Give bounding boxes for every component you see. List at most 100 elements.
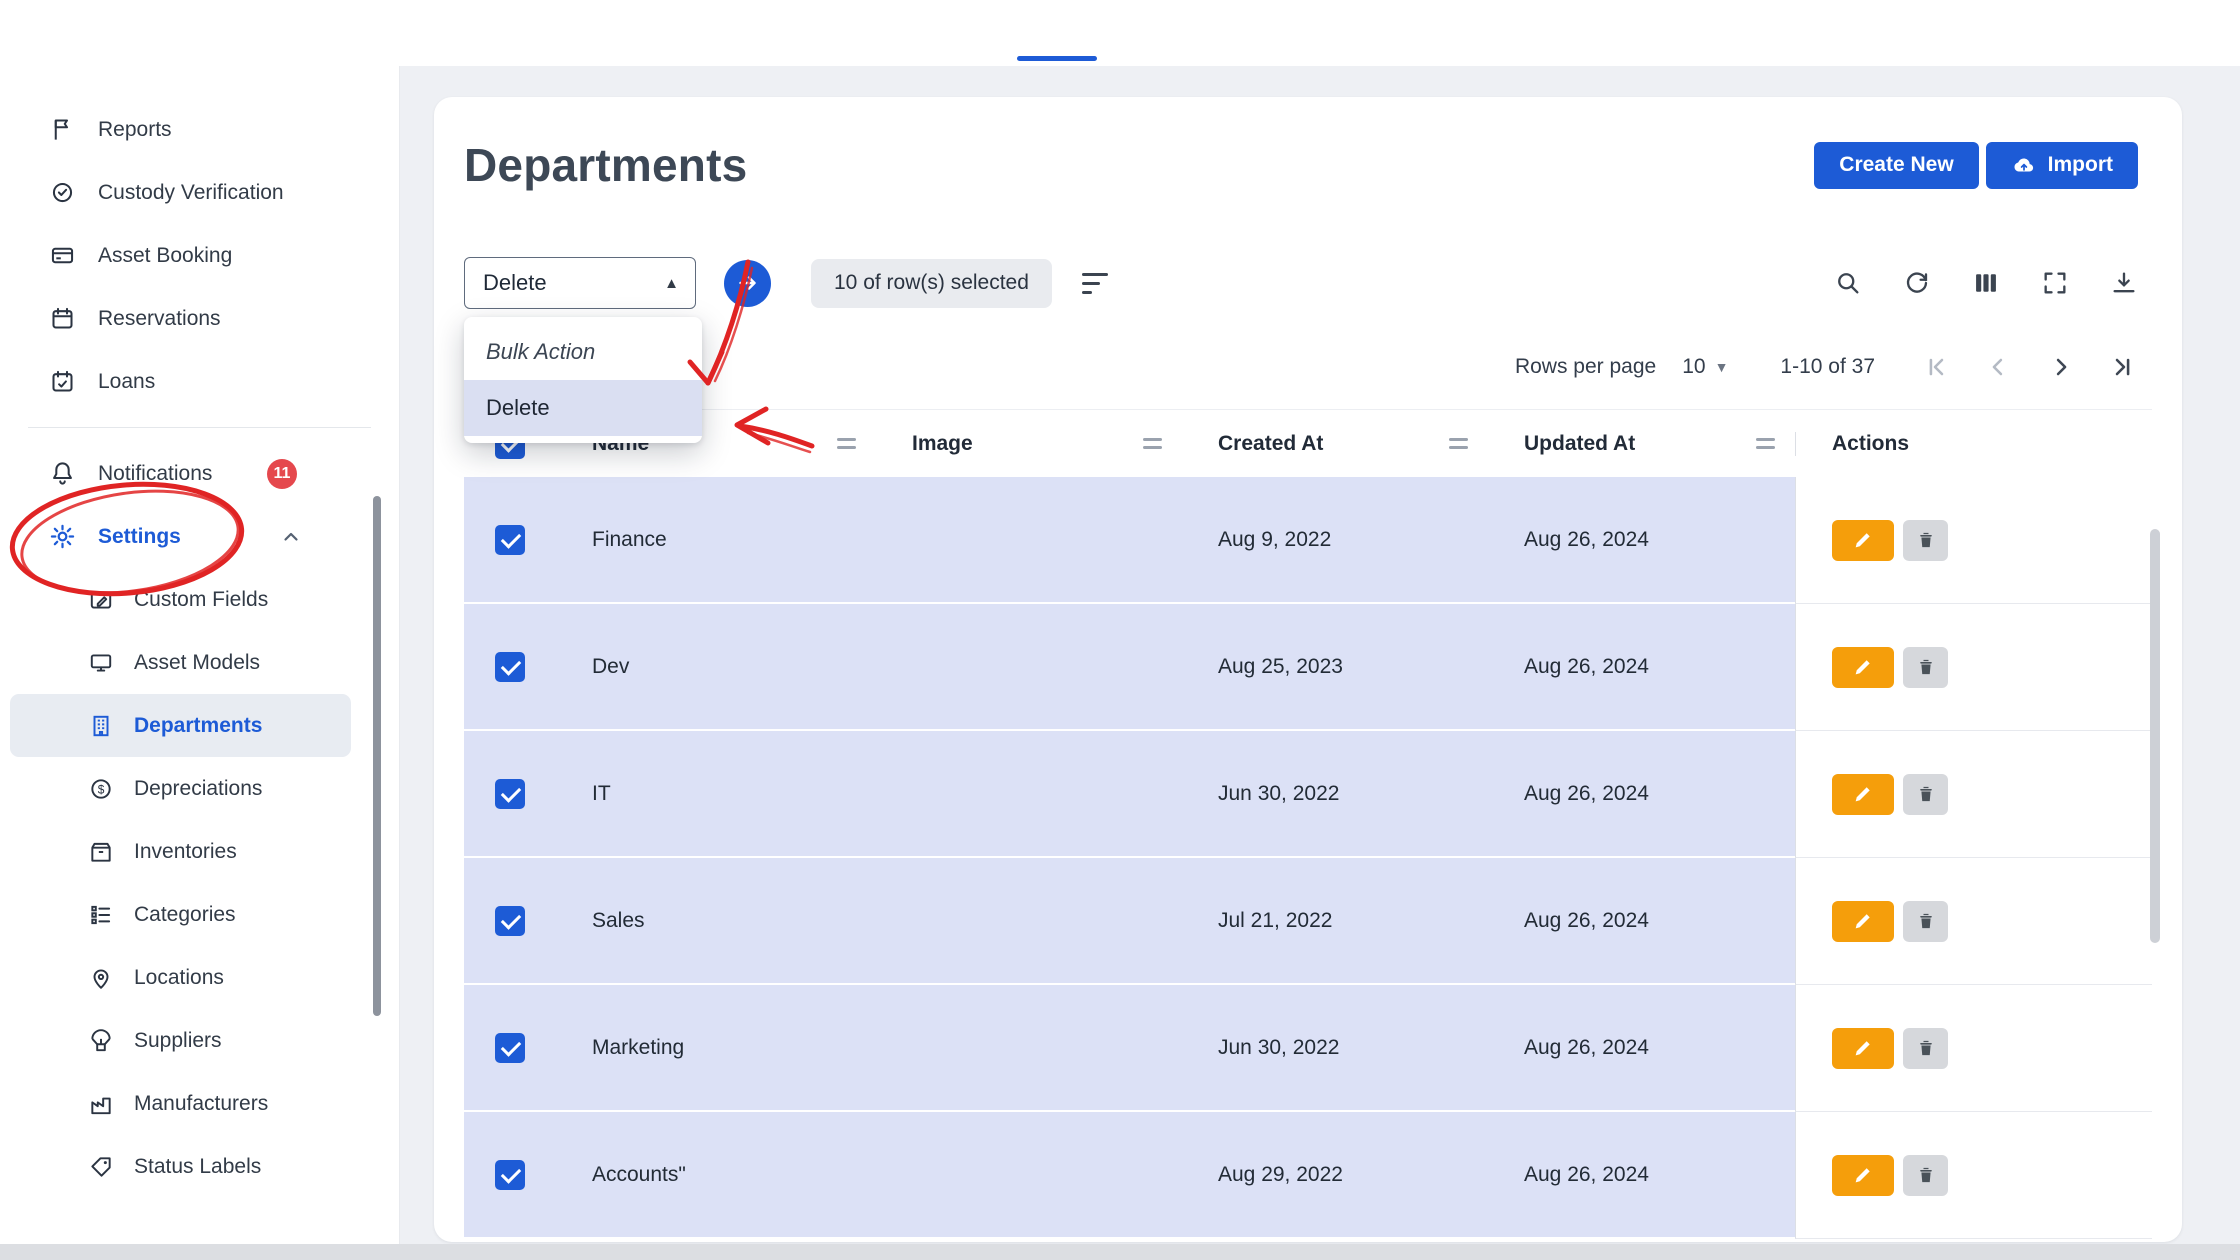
sidebar-item-loans[interactable]: Loans [0,350,399,413]
bulk-action-select[interactable]: Delete ▲ [464,257,696,309]
row-checkbox[interactable] [495,905,525,936]
column-drag-handle[interactable] [1756,438,1775,449]
sidebar-item-asset-booking[interactable]: Asset Booking [0,224,399,287]
sidebar-item-locations[interactable]: Locations [10,946,351,1009]
columns-icon[interactable] [1972,269,2000,297]
sidebar-scrollbar[interactable] [373,496,381,1016]
table-row: Finance Aug 9, 2022 Aug 26, 2024 [464,477,2152,604]
edit-button[interactable] [1832,773,1894,815]
delete-button[interactable] [1903,1027,1948,1069]
edit-button[interactable] [1832,1154,1894,1196]
delete-button[interactable] [1903,773,1948,815]
sidebar-item-reports[interactable]: Reports [0,98,399,161]
sidebar-item-status-labels[interactable]: Status Labels [10,1135,351,1198]
sidebar-item-categories[interactable]: Categories [10,883,351,946]
sidebar-item-label: Custom Fields [134,587,269,611]
map-pin-icon [88,965,114,991]
edit-button[interactable] [1832,900,1894,942]
filter-sort-icon[interactable] [1081,272,1108,294]
column-drag-handle[interactable] [837,438,856,449]
pagination-range: 1-10 of 37 [1780,355,1875,378]
sidebar-item-custody-verification[interactable]: Custody Verification [0,161,399,224]
cell-updated-at: Aug 26, 2024 [1488,985,1795,1112]
custom-fields-icon [88,587,114,613]
tag-icon [88,1154,114,1180]
sidebar-item-suppliers[interactable]: Suppliers [10,1009,351,1072]
table-scrollbar[interactable] [2150,529,2160,943]
bulk-action-value: Delete [483,270,547,295]
previous-page-button[interactable] [1984,353,2012,381]
delete-button[interactable] [1903,646,1948,688]
cloud-upload-icon [2011,152,2037,178]
cell-created-at: Aug 9, 2022 [1182,477,1488,604]
gear-icon [48,523,76,551]
row-checkbox[interactable] [495,524,525,555]
cell-name: Accounts" [556,1112,876,1239]
sidebar-item-label: Locations [134,965,224,989]
delete-button[interactable] [1903,900,1948,942]
apply-bulk-action-button[interactable] [724,259,771,307]
edit-button[interactable] [1832,519,1894,561]
pencil-icon [1855,787,1870,802]
row-checkbox[interactable] [495,1159,525,1190]
create-new-button[interactable]: Create New [1814,141,1979,189]
sidebar-item-depreciations[interactable]: $ Depreciations [10,757,351,820]
first-page-button[interactable] [1921,353,1949,381]
row-checkbox[interactable] [495,1032,525,1063]
last-page-button[interactable] [2110,353,2138,381]
chevron-up-icon [279,525,303,549]
rows-per-page-select[interactable]: 10 ▼ [1682,355,1728,379]
edit-button[interactable] [1832,1027,1894,1069]
parachute-box-icon [88,1028,114,1054]
row-checkbox[interactable] [495,651,525,682]
download-icon[interactable] [2110,269,2138,297]
cell-name: IT [556,731,876,858]
menu-item-delete[interactable]: Delete [464,380,702,436]
edit-button[interactable] [1832,646,1894,688]
sidebar-item-label: Settings [98,524,181,548]
sidebar-item-reservations[interactable]: Reservations [0,287,399,350]
sidebar-item-asset-models[interactable]: Asset Models [10,631,351,694]
trash-icon [1919,532,1932,548]
column-drag-handle[interactable] [1449,438,1468,449]
notifications-count-badge: 11 [267,458,297,489]
sidebar-item-custom-fields[interactable]: Custom Fields [10,568,351,631]
column-drag-handle[interactable] [1143,438,1162,449]
delete-button[interactable] [1903,1154,1948,1196]
sidebar-item-label: Manufacturers [134,1091,269,1115]
bell-icon [48,460,76,488]
trash-icon [1919,913,1932,929]
verification-badge-icon [48,179,76,207]
refresh-icon[interactable] [1903,269,1931,297]
next-page-button[interactable] [2047,353,2075,381]
cell-image [876,604,1182,731]
search-icon[interactable] [1834,269,1862,297]
trash-icon [1919,786,1932,802]
sidebar-item-departments[interactable]: Departments [10,694,351,757]
row-checkbox[interactable] [495,778,525,809]
create-new-label: Create New [1839,153,1954,176]
sidebar-item-label: Asset Models [134,650,261,674]
sidebar-item-label: Inventories [134,839,237,863]
cell-updated-at: Aug 26, 2024 [1488,731,1795,858]
monitor-icon [88,650,114,676]
sidebar-item-notifications[interactable]: Notifications 11 [0,442,399,505]
horizontal-scrollbar-track[interactable] [0,1244,2240,1260]
sidebar: Reports Custody Verification Asset Booki… [0,66,400,1260]
cell-name: Marketing [556,985,876,1112]
delete-button[interactable] [1903,519,1948,561]
pencil-icon [1855,1168,1870,1183]
menu-item-bulk-action[interactable]: Bulk Action [464,324,702,380]
fullscreen-icon[interactable] [2041,269,2069,297]
sidebar-item-settings[interactable]: Settings [0,505,399,568]
sidebar-item-label: Reservations [98,306,221,330]
cell-image [876,1112,1182,1239]
sidebar-item-manufacturers[interactable]: Manufacturers [10,1072,351,1135]
cell-updated-at: Aug 26, 2024 [1488,477,1795,604]
calendar-icon [48,305,76,333]
sidebar-item-inventories[interactable]: Inventories [10,820,351,883]
table-row: Dev Aug 25, 2023 Aug 26, 2024 [464,604,2152,731]
import-button[interactable]: Import [1985,141,2138,189]
cell-updated-at: Aug 26, 2024 [1488,604,1795,731]
arrow-right-icon [738,276,756,290]
